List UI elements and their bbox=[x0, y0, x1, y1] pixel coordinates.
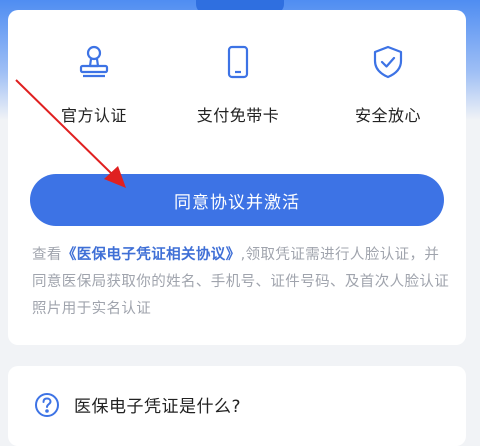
agreement-link[interactable]: 《医保电子凭证相关协议》 bbox=[62, 247, 241, 263]
help-circle-icon bbox=[34, 392, 60, 418]
feature-label: 安全放心 bbox=[354, 106, 421, 125]
activation-card: 官方认证 支付免带卡 安全放心 同意协议并激活 查看《医保电子凭证相关协议》,领… bbox=[8, 10, 466, 345]
phone-icon bbox=[220, 44, 256, 80]
faq-card[interactable]: 医保电子凭证是什么? bbox=[8, 366, 466, 446]
feature-row: 官方认证 支付免带卡 安全放心 bbox=[8, 44, 466, 134]
stamp-icon bbox=[76, 44, 112, 80]
faq-title: 医保电子凭证是什么? bbox=[74, 397, 242, 417]
agree-and-activate-button[interactable]: 同意协议并激活 bbox=[30, 174, 444, 226]
feature-label: 官方认证 bbox=[60, 106, 127, 125]
notice-prefix: 查看 bbox=[32, 247, 62, 263]
agreement-notice: 查看《医保电子凭证相关协议》,领取凭证需进行人脸认证，并同意医保局获取你的姓名、… bbox=[32, 242, 452, 323]
shield-check-icon bbox=[370, 44, 406, 80]
feature-safe: 安全放心 bbox=[328, 44, 448, 134]
feature-official-certification: 官方认证 bbox=[34, 44, 154, 134]
feature-label: 支付免带卡 bbox=[196, 106, 280, 125]
feature-pay-without-card: 支付免带卡 bbox=[178, 44, 298, 134]
